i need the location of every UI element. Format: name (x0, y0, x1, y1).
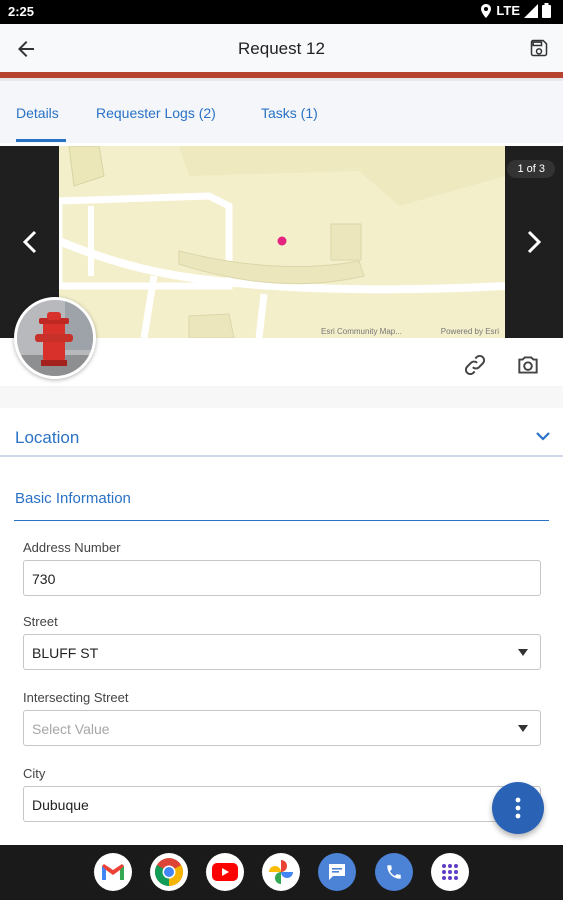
dropdown-arrow-icon (518, 725, 528, 732)
active-tab-indicator (16, 139, 66, 142)
address-number-label: Address Number (23, 540, 121, 555)
youtube-icon[interactable] (206, 853, 244, 891)
location-icon (481, 3, 492, 18)
map-attribution-powered-by: Powered by Esri (440, 327, 499, 336)
app-drawer-icon[interactable] (431, 853, 469, 891)
map-view[interactable]: Esri Community Map... Powered by Esri (59, 146, 505, 338)
map-attribution-esri-community: Esri Community Map... (321, 327, 402, 336)
map-streets (59, 146, 505, 338)
link-icon[interactable] (462, 352, 488, 378)
tab-requester-logs[interactable]: Requester Logs (2) (96, 105, 216, 121)
city-field[interactable]: Dubuque (23, 786, 541, 822)
tab-details[interactable]: Details (16, 105, 59, 121)
intersecting-street-select[interactable]: Select Value (23, 710, 541, 746)
status-icons: LTE (480, 3, 551, 18)
address-number-value: 730 (32, 571, 56, 587)
city-label: City (23, 766, 46, 781)
phone-icon[interactable] (375, 853, 413, 891)
chevron-down-icon (536, 432, 550, 441)
request-photo-avatar[interactable] (14, 297, 96, 379)
more-vertical-icon (515, 797, 521, 819)
messages-icon[interactable] (318, 853, 356, 891)
section-separator (0, 388, 563, 408)
street-value: BLUFF ST (32, 645, 99, 661)
location-section-header[interactable]: Location (0, 418, 563, 456)
page-title: Request 12 (238, 39, 325, 58)
app-bar: Request 12 (0, 24, 563, 74)
basic-information-title: Basic Information (15, 490, 131, 507)
network-type: LTE (496, 3, 520, 18)
location-pin (277, 236, 287, 246)
gmail-icon[interactable] (94, 853, 132, 891)
dropdown-arrow-icon (518, 649, 528, 656)
fire-hydrant-photo (17, 300, 93, 376)
tab-tasks[interactable]: Tasks (1) (261, 105, 318, 121)
chrome-icon[interactable] (150, 853, 188, 891)
intersecting-street-label: Intersecting Street (23, 690, 129, 705)
location-section-title: Location (15, 428, 80, 447)
chevron-right-icon (527, 230, 541, 254)
address-number-field[interactable]: 730 (23, 560, 541, 596)
status-time: 2:25 (8, 4, 35, 19)
city-value: Dubuque (32, 797, 89, 813)
signal-icon (524, 3, 538, 18)
status-bar: 2:25 LTE (0, 0, 563, 24)
location-divider (0, 455, 563, 457)
photos-icon[interactable] (262, 853, 300, 891)
tab-bar: Details Requester Logs (2) Tasks (1) (0, 81, 563, 143)
save-icon[interactable] (529, 38, 549, 58)
chevron-left-icon (22, 230, 36, 254)
camera-icon[interactable] (515, 352, 541, 378)
image-counter: 1 of 3 (507, 160, 555, 178)
basic-information-divider (14, 520, 549, 521)
street-label: Street (23, 614, 58, 629)
intersecting-street-placeholder: Select Value (32, 721, 110, 737)
battery-icon (542, 3, 551, 18)
more-options-fab[interactable] (492, 782, 544, 834)
street-select[interactable]: BLUFF ST (23, 634, 541, 670)
app-dock (0, 845, 563, 900)
